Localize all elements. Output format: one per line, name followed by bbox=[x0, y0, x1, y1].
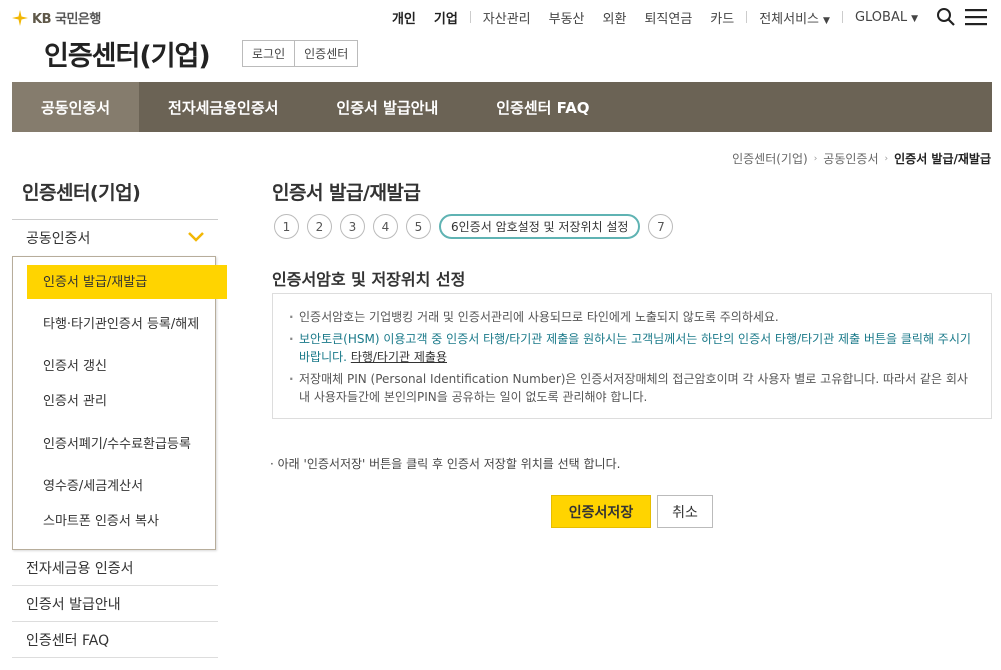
sidebar-item-issue-guide[interactable]: 인증서 발급안내 bbox=[12, 586, 218, 622]
topnav-asset[interactable]: 자산관리 bbox=[474, 8, 540, 27]
section-title: 인증서암호 및 저장위치 선정 bbox=[272, 270, 466, 289]
sidebar-other-menus: 전자세금용 인증서 인증서 발급안내 인증센터 FAQ bbox=[12, 550, 218, 658]
sidebar-item-tax-cert[interactable]: 전자세금용 인증서 bbox=[12, 550, 218, 586]
topnav-personal[interactable]: 개인 bbox=[383, 8, 425, 27]
topnav-realestate[interactable]: 부동산 bbox=[540, 8, 594, 27]
title-tabs: 로그인 인증센터 bbox=[242, 40, 359, 67]
save-certificate-button[interactable]: 인증서저장 bbox=[551, 495, 651, 528]
sidebar-group-label: 공동인증서 bbox=[26, 231, 91, 247]
sidebar-item-receipt[interactable]: 영수증/세금계산서 bbox=[13, 469, 215, 504]
breadcrumb: 인증센터(기업) › 공동인증서 › 인증서 발급/재발급 bbox=[732, 150, 991, 167]
topnav-pension[interactable]: 퇴직연금 bbox=[635, 8, 701, 27]
sidebar-submenu: 인증서 발급/재발급 타행·타기관인증서 등록/해제 인증서 갱신 인증서 관리… bbox=[12, 256, 227, 550]
caret-down-icon: ▼ bbox=[911, 13, 918, 24]
notice-line: 인증서암호는 기업뱅킹 거래 및 인증서관리에 사용되므로 타인에게 노출되지 … bbox=[287, 308, 975, 326]
gnb-joint-cert[interactable]: 공동인증서 bbox=[12, 82, 140, 132]
divider bbox=[841, 11, 843, 23]
cert-center-tab[interactable]: 인증센터 bbox=[294, 41, 357, 66]
kb-logo[interactable]: KB 국민은행 bbox=[12, 8, 101, 27]
step-7: 7 bbox=[648, 214, 674, 239]
step-indicator: 1 2 3 4 5 6인증서 암호설정 및 저장위치 설정 7 bbox=[274, 214, 674, 239]
breadcrumb-item[interactable]: 인증센터(기업) bbox=[732, 150, 808, 167]
chevron-right-icon: › bbox=[813, 153, 818, 164]
gnb-faq[interactable]: 인증센터 FAQ bbox=[467, 82, 618, 132]
guide-text: · 아래 '인증서저장' 버튼을 클릭 후 인증서 저장할 위치를 선택 합니다… bbox=[270, 457, 621, 471]
page-title: 인증센터(기업) bbox=[44, 41, 211, 72]
topnav-all-services[interactable]: 전체서비스 ▼ bbox=[750, 8, 839, 27]
step-5: 5 bbox=[406, 214, 431, 239]
sidebar-item-renew[interactable]: 인증서 갱신 bbox=[13, 349, 215, 384]
all-services-label: 전체서비스 bbox=[759, 11, 820, 27]
sidebar-item-revoke[interactable]: 인증서폐기/수수료환급등록 bbox=[13, 419, 215, 469]
sidebar-item-smartphone-copy[interactable]: 스마트폰 인증서 복사 bbox=[13, 504, 215, 539]
global-label: GLOBAL bbox=[854, 9, 908, 25]
login-tab[interactable]: 로그인 bbox=[243, 41, 294, 66]
chevron-right-icon: › bbox=[884, 153, 889, 164]
notice-line-hsm: 보안토큰(HSM) 이용고객 중 인증서 타행/타기관 제출을 원하시는 고객님… bbox=[287, 330, 975, 366]
step-6-current: 6인증서 암호설정 및 저장위치 설정 bbox=[439, 214, 641, 239]
menu-icon[interactable] bbox=[965, 6, 987, 28]
main-menu-bar: 공동인증서 전자세금용인증서 인증서 발급안내 인증센터 FAQ bbox=[12, 82, 992, 132]
gnb-issue-guide[interactable]: 인증서 발급안내 bbox=[307, 82, 467, 132]
sidebar-item-issue[interactable]: 인증서 발급/재발급 bbox=[27, 265, 227, 299]
cancel-button[interactable]: 취소 bbox=[657, 495, 713, 528]
logo-text: KB 국민은행 bbox=[32, 12, 101, 27]
sidebar-title: 인증센터(기업) bbox=[22, 182, 141, 204]
step-1: 1 bbox=[274, 214, 299, 239]
breadcrumb-current: 인증서 발급/재발급 bbox=[894, 152, 991, 166]
kb-star-icon bbox=[12, 9, 28, 26]
caret-down-icon: ▼ bbox=[823, 15, 830, 26]
sidebar-item-faq[interactable]: 인증센터 FAQ bbox=[12, 622, 218, 658]
chevron-down-icon bbox=[188, 230, 204, 246]
sidebar-item-manage[interactable]: 인증서 관리 bbox=[13, 384, 215, 419]
breadcrumb-item[interactable]: 공동인증서 bbox=[823, 150, 878, 167]
topnav-card[interactable]: 카드 bbox=[701, 8, 743, 27]
top-navigation: 개인 기업 자산관리 부동산 외환 퇴직연금 카드 전체서비스 ▼ GLOBAL ▼ bbox=[383, 6, 987, 28]
main-title: 인증서 발급/재발급 bbox=[272, 182, 421, 204]
step-4: 4 bbox=[373, 214, 398, 239]
topnav-forex[interactable]: 외환 bbox=[594, 8, 636, 27]
submit-other-bank-link[interactable]: 타행/타기관 제출용 bbox=[351, 350, 447, 364]
step-3: 3 bbox=[340, 214, 365, 239]
notice-box: 인증서암호는 기업뱅킹 거래 및 인증서관리에 사용되므로 타인에게 노출되지 … bbox=[272, 293, 992, 419]
sidebar-group-joint-cert[interactable]: 공동인증서 bbox=[12, 220, 218, 256]
topnav-global[interactable]: GLOBAL ▼ bbox=[846, 10, 927, 25]
search-icon[interactable] bbox=[935, 6, 957, 28]
gnb-tax-cert[interactable]: 전자세금용인증서 bbox=[139, 82, 307, 132]
sidebar-item-register[interactable]: 타행·타기관인증서 등록/해제 bbox=[13, 299, 215, 349]
divider bbox=[746, 11, 748, 23]
notice-line: 저장매체 PIN (Personal Identification Number… bbox=[287, 370, 975, 406]
topnav-corporate[interactable]: 기업 bbox=[425, 8, 467, 27]
divider bbox=[469, 11, 471, 23]
step-2: 2 bbox=[307, 214, 332, 239]
